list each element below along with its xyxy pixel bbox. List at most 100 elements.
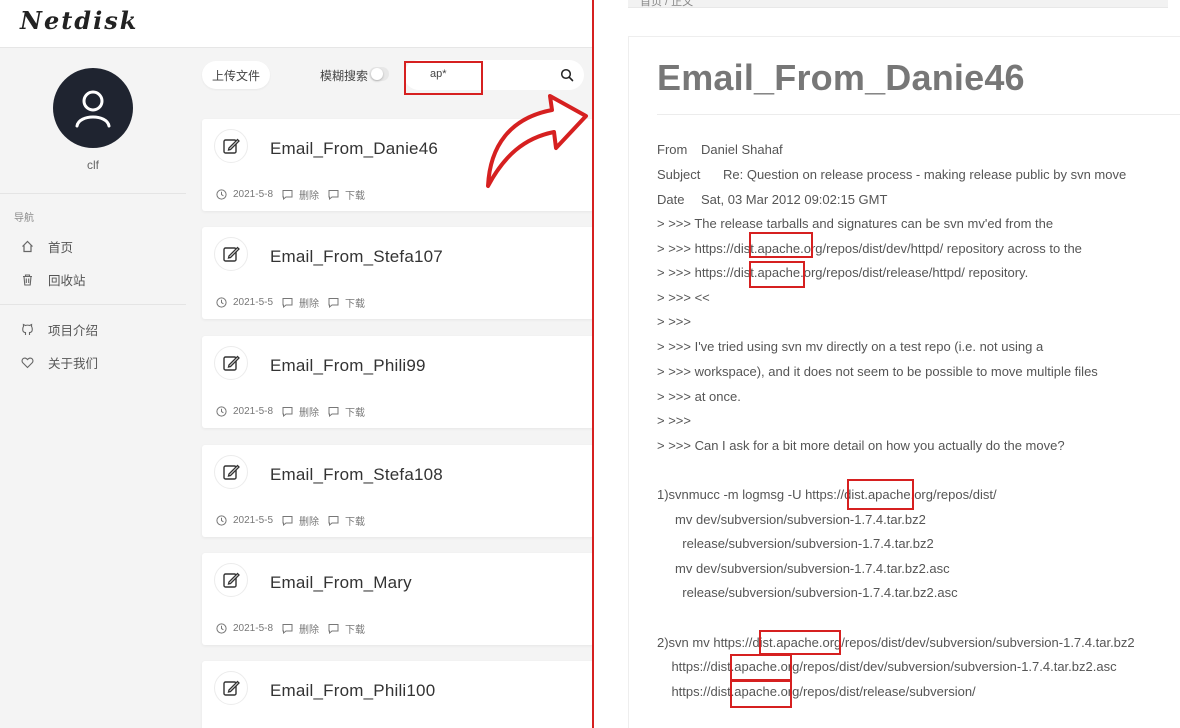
sidebar-item-recycle[interactable]: 回收站 [0, 265, 186, 293]
comment-icon [327, 297, 339, 309]
download-link[interactable]: 下载 [345, 513, 365, 528]
file-name[interactable]: Email_From_Stefa108 [270, 465, 443, 485]
body-line: > >>> at once. [657, 389, 741, 404]
sidebar-item-label: 关于我们 [48, 356, 99, 371]
body-line: mv dev/subversion/subversion-1.7.4.tar.b… [657, 512, 926, 527]
search-highlight-box [404, 61, 483, 95]
sidebar-divider [0, 304, 186, 305]
edit-document-icon [214, 129, 248, 163]
sidebar-item-label: 首页 [48, 240, 74, 255]
file-name[interactable]: Email_From_Stefa107 [270, 247, 443, 267]
file-name[interactable]: Email_From_Phili100 [270, 681, 435, 701]
avatar[interactable] [53, 68, 133, 148]
match-highlight-box [759, 630, 841, 655]
breadcrumb: 首页 / 正文 [628, 0, 1168, 8]
file-card[interactable]: Email_From_Phili99 2021-5-8 删除 下载 [202, 336, 594, 428]
body-line: > >>> The release tarballs and signature… [657, 216, 1054, 231]
file-card[interactable]: Email_From_Mary 2021-5-8 删除 下载 [202, 553, 594, 645]
curved-arrow-icon [486, 94, 588, 188]
clock-icon [215, 189, 227, 201]
delete-link[interactable]: 删除 [299, 187, 319, 202]
comment-icon [281, 406, 293, 418]
trash-icon [20, 272, 34, 286]
body-line: > >>> https://dist.apache.org/repos/dist… [657, 241, 1082, 256]
comment-icon [281, 515, 293, 527]
upload-button[interactable]: 上传文件 [202, 61, 270, 89]
edit-document-icon [214, 237, 248, 271]
comment-icon [327, 515, 339, 527]
file-name[interactable]: Email_From_Phili99 [270, 356, 426, 376]
username: clf [87, 158, 99, 172]
top-bar: Netdisk [0, 0, 594, 48]
delete-link[interactable]: 删除 [299, 513, 319, 528]
document-card: Email_From_Danie46 From Daniel Shahaf Sub… [628, 36, 1180, 728]
match-highlight-box [749, 261, 805, 288]
file-card[interactable]: Email_From_Stefa107 2021-5-5 删除 下载 [202, 227, 594, 319]
document-view: 首页 / 正文 Email_From_Danie46 From Daniel Sh… [594, 0, 1180, 728]
download-link[interactable]: 下载 [345, 295, 365, 310]
body-line: https://dist.apache.org/repos/dist/relea… [657, 684, 976, 699]
meta-key: Date [657, 192, 685, 207]
edit-document-icon [214, 346, 248, 380]
search-icon[interactable] [560, 68, 574, 82]
sidebar-item-label: 项目介绍 [48, 323, 99, 338]
body-line: 1)svnmucc -m logmsg -U https://dist.apac… [657, 487, 997, 502]
file-name[interactable]: Email_From_Danie46 [270, 139, 438, 159]
file-meta: 2021-5-8 删除 下载 [215, 404, 373, 419]
fuzzy-search-toggle[interactable] [369, 67, 389, 81]
toggle-knob [371, 68, 383, 80]
file-name[interactable]: Email_From_Mary [270, 573, 412, 593]
match-highlight-box [749, 232, 813, 258]
document-title: Email_From_Danie46 [657, 57, 1025, 98]
download-link[interactable]: 下载 [345, 404, 365, 419]
edit-document-icon [214, 563, 248, 597]
body-line: > >>> << [657, 290, 710, 305]
nav-title: 导航 [14, 213, 34, 224]
clock-icon [215, 297, 227, 309]
meta-subject: Subject Re: Question on release process -… [657, 167, 1126, 182]
clock-icon [215, 623, 227, 635]
meta-key: Subject [657, 167, 701, 182]
meta-value: Sat, 03 Mar 2012 09:02:15 GMT [701, 192, 888, 207]
body-line: > >>> https://dist.apache.org/repos/dist… [657, 265, 1029, 280]
body-line: > >>> workspace), and it does not seem t… [657, 364, 1098, 379]
meta-date: Date Sat, 03 Mar 2012 09:02:15 GMT [657, 192, 887, 207]
file-meta: 2021-5-8 删除 下载 [215, 621, 373, 636]
comment-icon [281, 623, 293, 635]
sidebar-item-project[interactable]: 项目介绍 [0, 315, 186, 343]
file-date: 2021-5-5 [233, 297, 274, 308]
delete-link[interactable]: 删除 [299, 621, 319, 636]
comment-icon [327, 406, 339, 418]
sidebar-item-home[interactable]: 首页 [0, 232, 186, 260]
sidebar: clf 导航 首页 回收站 项目介绍 关于我们 [0, 48, 186, 728]
body-line: mv dev/subversion/subversion-1.7.4.tar.b… [657, 561, 950, 576]
file-card[interactable]: Email_From_Phili100 [202, 661, 594, 728]
breadcrumb-text[interactable]: 首页 / 正文 [640, 0, 693, 7]
file-card[interactable]: Email_From_Stefa108 2021-5-5 删除 下载 [202, 445, 594, 537]
sidebar-item-label: 回收站 [48, 273, 86, 288]
download-link[interactable]: 下载 [345, 621, 365, 636]
home-icon [20, 239, 34, 253]
app-logo[interactable]: Netdisk [20, 6, 138, 35]
file-meta: 2021-5-8 删除 下载 [215, 187, 373, 202]
body-line: > >>> Can I ask for a bit more detail on… [657, 438, 1065, 453]
meta-value: Re: Question on release process - making… [723, 167, 1127, 182]
sidebar-item-about[interactable]: 关于我们 [0, 348, 186, 376]
body-line: release/subversion/subversion-1.7.4.tar.… [657, 585, 958, 600]
file-meta: 2021-5-5 删除 下载 [215, 513, 373, 528]
edit-document-icon [214, 671, 248, 705]
match-highlight-box [730, 654, 792, 681]
file-date: 2021-5-8 [233, 406, 274, 417]
edit-document-icon [214, 455, 248, 489]
user-icon [75, 90, 111, 128]
comment-icon [327, 623, 339, 635]
match-highlight-box [847, 479, 914, 510]
comment-icon [327, 189, 339, 201]
delete-link[interactable]: 删除 [299, 295, 319, 310]
file-date: 2021-5-8 [233, 623, 274, 634]
download-link[interactable]: 下载 [345, 187, 365, 202]
heart-icon [20, 355, 34, 369]
delete-link[interactable]: 删除 [299, 404, 319, 419]
comment-icon [281, 189, 293, 201]
match-highlight-box [730, 680, 792, 708]
